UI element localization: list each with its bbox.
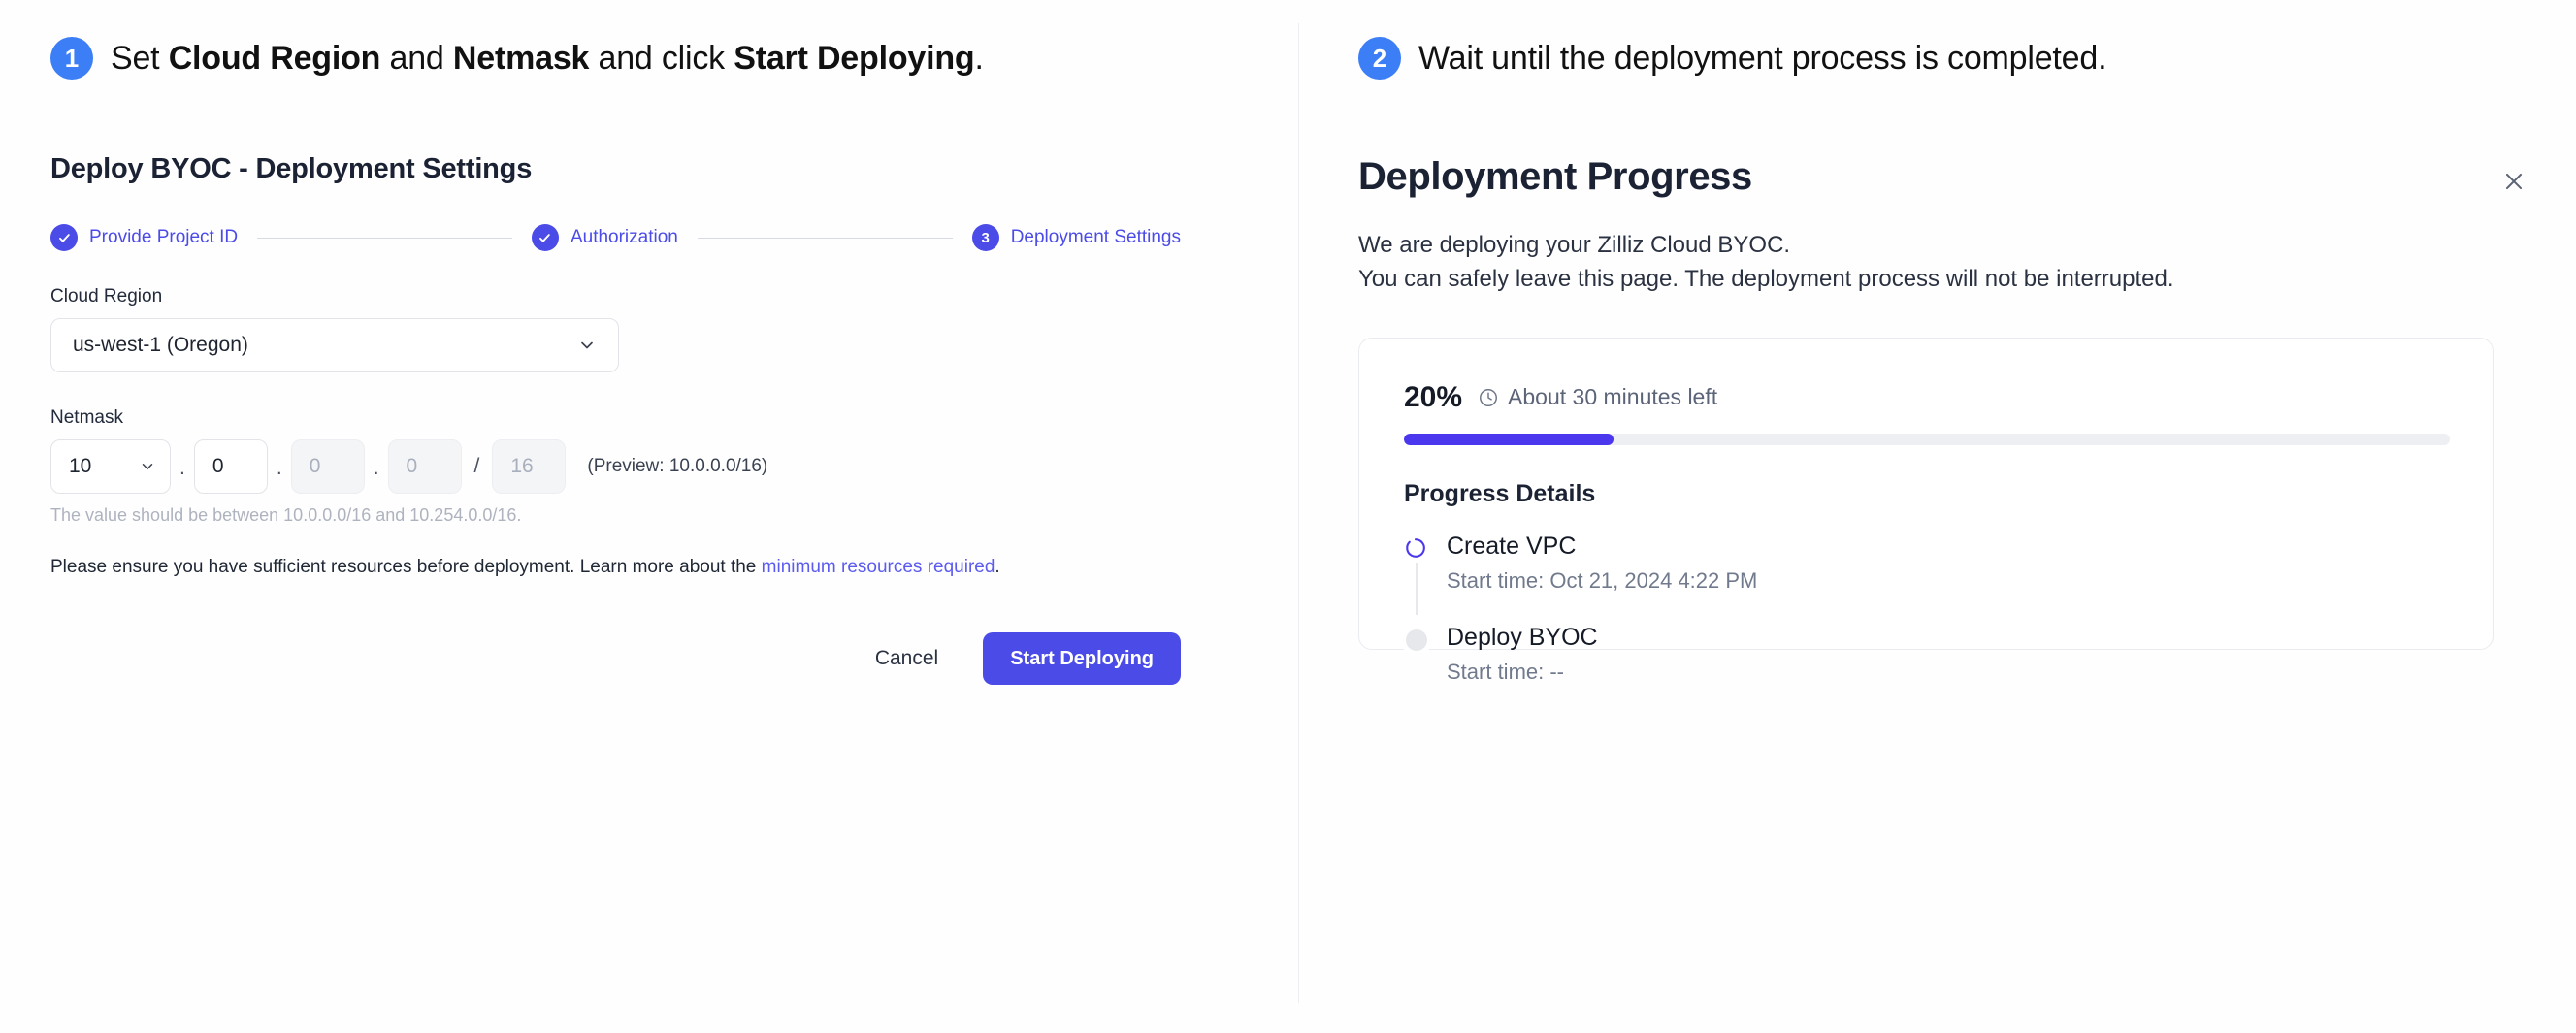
progress-step-name: Deploy BYOC — [1447, 623, 1598, 651]
stepper-label-2: Authorization — [570, 227, 678, 247]
netmask-octet2-input[interactable]: 0 — [193, 439, 268, 494]
netmask-octet3-input: 0 — [290, 439, 365, 494]
resources-notice: Please ensure you have sufficient resour… — [50, 557, 1312, 578]
netmask-dot-3: . — [373, 457, 379, 479]
stepper-connector-2 — [697, 237, 953, 239]
dialog-description-line1: We are deploying your Zilliz Cloud BYOC. — [1358, 232, 1791, 258]
resources-notice-before: Please ensure you have sufficient resour… — [50, 557, 762, 577]
right-caption-row: 2 Wait until the deployment process is c… — [1358, 37, 2532, 80]
progress-step-item: Create VPC Start time: Oct 21, 2024 4:22… — [1404, 532, 2448, 623]
dialog-title: Deployment Progress — [1358, 155, 1752, 198]
progress-step-body: Create VPC Start time: Oct 21, 2024 4:22… — [1447, 532, 1757, 594]
progress-bar-track — [1404, 433, 2450, 445]
stepper-step-authorization[interactable]: Authorization — [531, 224, 678, 251]
progress-percent: 20% — [1404, 380, 1463, 413]
cloud-region-select[interactable]: us-west-1 (Oregon) — [50, 318, 619, 372]
netmask-octet4-input: 0 — [387, 439, 462, 494]
stepper-connector-1 — [257, 237, 512, 239]
resources-notice-after: . — [995, 557, 1000, 577]
panel-divider — [1298, 23, 1299, 1003]
progress-step-list: Create VPC Start time: Oct 21, 2024 4:22… — [1404, 532, 2448, 685]
cloud-region-label: Cloud Region — [50, 286, 163, 307]
caption-seg-4: and click — [589, 39, 734, 77]
netmask-label: Netmask — [50, 407, 123, 428]
screenshot-root: 1 Set Cloud Region and Netmask and click… — [0, 0, 2576, 1033]
stepper-step-deployment-settings[interactable]: 3 Deployment Settings — [971, 224, 1182, 251]
right-caption-text: Wait until the deployment process is com… — [1418, 39, 2107, 77]
deployment-stepper: Provide Project ID Authorization 3 Deplo… — [50, 224, 1181, 251]
dialog-description: We are deploying your Zilliz Cloud BYOC.… — [1358, 229, 2532, 297]
netmask-prefix-input: 16 — [492, 439, 567, 494]
progress-step-name: Create VPC — [1447, 532, 1577, 560]
minimum-resources-link[interactable]: minimum resources required — [762, 557, 995, 577]
form-actions: Cancel Start Deploying — [50, 632, 1181, 685]
netmask-slash: / — [473, 455, 480, 477]
cancel-button[interactable]: Cancel — [862, 637, 952, 680]
progress-details-title: Progress Details — [1404, 479, 1596, 507]
progress-step-time: Start time: Oct 21, 2024 4:22 PM — [1447, 567, 1758, 593]
start-deploying-button[interactable]: Start Deploying — [983, 632, 1181, 685]
step-badge-2: 2 — [1358, 37, 1401, 80]
chevron-down-icon — [139, 458, 156, 475]
dialog-description-line2: You can safely leave this page. The depl… — [1358, 265, 2174, 292]
pending-dot-icon — [1404, 627, 1429, 653]
dialog-header: Deployment Progress — [1358, 155, 2532, 200]
progress-step-body: Deploy BYOC Start time: -- — [1447, 623, 1598, 685]
left-caption-row: 1 Set Cloud Region and Netmask and click… — [50, 37, 1312, 80]
stepper-label-3: Deployment Settings — [1010, 227, 1182, 247]
chevron-down-icon — [577, 336, 597, 355]
left-caption-text: Set Cloud Region and Netmask and click S… — [111, 40, 984, 78]
progress-card: 20% About 30 minutes left Progress Detai… — [1358, 337, 2494, 684]
netmask-octet2-value: 0 — [212, 455, 224, 477]
page-title: Deploy BYOC - Deployment Settings — [50, 153, 533, 184]
progress-step-item: Deploy BYOC Start time: -- — [1404, 623, 2448, 685]
netmask-row: 10 . 0 . 0 . 0 / 16 (Preview: 10.0.0.0/1… — [50, 439, 1312, 494]
netmask-octet1-select[interactable]: 10 — [50, 439, 171, 494]
caption-seg-6: . — [974, 39, 984, 77]
check-icon — [531, 224, 559, 251]
progress-eta: About 30 minutes left — [1478, 384, 1717, 410]
netmask-prefix-value: 16 — [510, 455, 534, 477]
progress-bar-fill — [1404, 433, 1614, 445]
progress-summary-row: 20% About 30 minutes left — [1404, 381, 2448, 414]
clock-icon — [1478, 387, 1499, 408]
caption-seg-3: Netmask — [452, 39, 590, 77]
netmask-helper-text: The value should be between 10.0.0.0/16 … — [50, 505, 522, 525]
netmask-octet4-value: 0 — [406, 455, 418, 477]
caption-seg-1: Cloud Region — [168, 39, 381, 77]
netmask-preview: (Preview: 10.0.0.0/16) — [587, 456, 768, 476]
caption-seg-0: Set — [111, 39, 169, 77]
progress-step-time: Start time: -- — [1447, 659, 1565, 684]
caption-seg-2: and — [380, 39, 453, 77]
stepper-step-provide-project-id[interactable]: Provide Project ID — [50, 224, 238, 251]
caption-seg-5: Start Deploying — [734, 39, 975, 77]
right-panel: 2 Wait until the deployment process is c… — [1358, 37, 2532, 684]
netmask-octet3-value: 0 — [309, 455, 321, 477]
stepper-number-badge: 3 — [971, 224, 999, 251]
spinner-icon — [1404, 535, 1429, 562]
step-badge-1: 1 — [50, 37, 93, 80]
netmask-octet1-value: 10 — [69, 455, 92, 477]
netmask-dot-2: . — [276, 457, 282, 479]
stepper-label-1: Provide Project ID — [89, 227, 239, 247]
left-panel: 1 Set Cloud Region and Netmask and click… — [50, 37, 1312, 685]
progress-eta-label: About 30 minutes left — [1508, 384, 1718, 410]
close-icon[interactable] — [2495, 163, 2532, 200]
cloud-region-value: us-west-1 (Oregon) — [73, 334, 248, 356]
check-icon — [50, 224, 78, 251]
netmask-dot-1: . — [179, 457, 185, 479]
step-connector-line — [1416, 562, 1418, 615]
